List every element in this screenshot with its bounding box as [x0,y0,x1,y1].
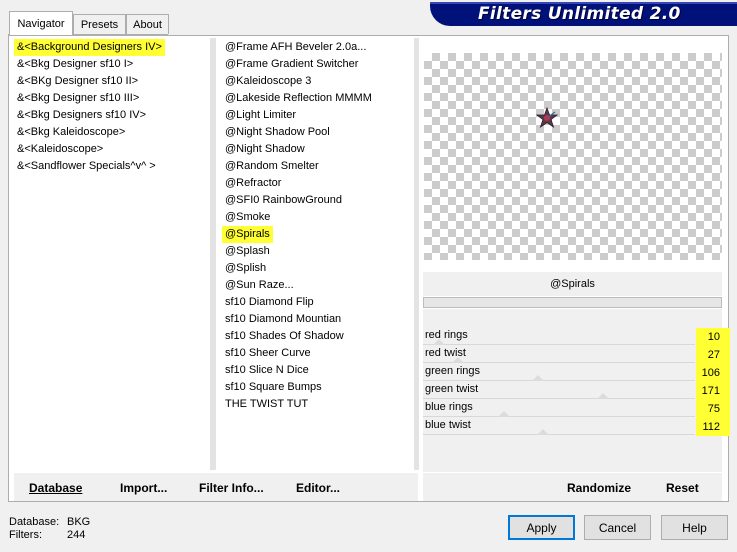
filter-item[interactable]: @Splash [222,243,273,260]
filter-item[interactable]: @Night Shadow Pool [222,124,333,141]
filter-item[interactable]: sf10 Sheer Curve [222,345,314,362]
param-label: blue twist [425,419,471,431]
filter-item[interactable]: @Lakeside Reflection MMMM [222,90,375,107]
progress-bar [423,297,722,308]
slider-thumb[interactable] [597,393,609,399]
database-status-label: Database: [9,516,60,528]
slider-thumb[interactable] [537,429,549,435]
database-status-value: BKG [67,516,91,528]
param-label: blue rings [425,401,473,413]
category-item[interactable]: &<BKg Designer sf10 II> [14,73,141,90]
slider-thumb[interactable] [532,375,544,381]
slider-track [423,398,695,399]
filter-item[interactable]: @Random Smelter [222,158,322,175]
param-value[interactable]: 27 [696,346,730,364]
cancel-button[interactable]: Cancel [584,515,651,540]
import-button[interactable]: Import... [120,481,167,495]
filter-list[interactable]: @Frame AFH Beveler 2.0a... @Frame Gradien… [222,38,412,470]
slider-track [423,434,695,435]
filter-item[interactable]: @SFI0 RainbowGround [222,192,345,209]
param-value[interactable]: 75 [696,400,730,418]
filters-status-label: Filters: [9,529,42,541]
category-item[interactable]: &<Bkg Designers sf10 IV> [14,107,149,124]
param-slider[interactable]: red rings [423,328,695,346]
filter-item[interactable]: sf10 Diamond Flip [222,294,317,311]
star-icon [535,106,559,129]
param-label: green twist [425,383,479,395]
panel-separator [414,38,419,470]
randomize-button[interactable]: Randomize [567,481,631,495]
param-slider[interactable]: green twist [423,382,695,400]
category-item[interactable]: &<Bkg Kaleidoscope> [14,124,128,141]
filter-item[interactable]: @Sun Raze... [222,277,297,294]
filter-item[interactable]: @Light Limiter [222,107,299,124]
param-label: green rings [425,365,481,377]
param-slider[interactable]: blue twist [423,418,695,436]
filter-item[interactable]: sf10 Slice N Dice [222,362,312,379]
filter-item[interactable]: @Splish [222,260,269,277]
slider-track [423,380,695,381]
category-item[interactable]: &<Background Designers IV> [14,39,165,56]
filter-item[interactable]: @Spirals [222,226,273,243]
editor-button[interactable]: Editor... [296,481,340,495]
editor-label: Editor... [296,481,341,495]
param-value[interactable]: 106 [696,364,730,382]
apply-button[interactable]: Apply [508,515,575,540]
filter-item[interactable]: THE TWIST TUT [222,396,311,413]
tab-presets[interactable]: Presets [73,14,126,34]
category-item[interactable]: &<Sandflower Specials^v^ > [14,158,159,175]
filter-item[interactable]: @Night Shadow [222,141,308,158]
filter-item[interactable]: @Frame AFH Beveler 2.0a... [222,39,369,56]
reset-label: Reset [666,481,699,495]
current-filter-name: @Spirals [423,272,722,296]
database-label: Database [29,481,83,495]
slider-thumb[interactable] [433,339,445,345]
reset-button[interactable]: Reset [666,481,699,495]
filter-item[interactable]: @Refractor [222,175,284,192]
preview-canvas [424,53,722,260]
import-label: Import... [120,481,168,495]
param-value[interactable]: 112 [696,418,730,436]
filter-info-button[interactable]: Filter Info... [199,481,264,495]
slider-track [423,344,695,345]
tab-navigator[interactable]: Navigator [9,11,73,35]
filters-status-value: 244 [67,529,86,541]
category-item[interactable]: &<Bkg Designer sf10 III> [14,90,142,107]
slider-thumb[interactable] [452,357,464,363]
category-item[interactable]: &<Bkg Designer sf10 I> [14,56,136,73]
filter-item[interactable]: sf10 Square Bumps [222,379,325,396]
app-title: Filters Unlimited 2.0 [478,4,681,24]
randomize-label: Randomize [567,481,632,495]
param-slider[interactable]: red twist [423,346,695,364]
param-value[interactable]: 10 [696,328,730,346]
param-value[interactable]: 171 [696,382,730,400]
category-list[interactable]: &<Background Designers IV> &<Bkg Designer… [14,38,210,470]
slider-thumb[interactable] [498,411,510,417]
slider-track [423,416,695,417]
help-button[interactable]: Help [661,515,728,540]
filter-item[interactable]: sf10 Diamond Mountian [222,311,344,328]
filter-item[interactable]: @Kaleidoscope 3 [222,73,314,90]
filter-item[interactable]: sf10 Shades Of Shadow [222,328,347,345]
param-slider[interactable]: blue rings [423,400,695,418]
param-label: red rings [425,329,468,341]
panel-separator [210,38,216,470]
database-button[interactable]: Database [29,481,82,495]
param-slider[interactable]: green rings [423,364,695,382]
filter-item[interactable]: @Smoke [222,209,273,226]
filter-item[interactable]: @Frame Gradient Switcher [222,56,361,73]
tab-about[interactable]: About [126,14,169,34]
filter-info-label: Filter Info... [199,481,264,495]
category-item[interactable]: &<Kaleidoscope> [14,141,106,158]
